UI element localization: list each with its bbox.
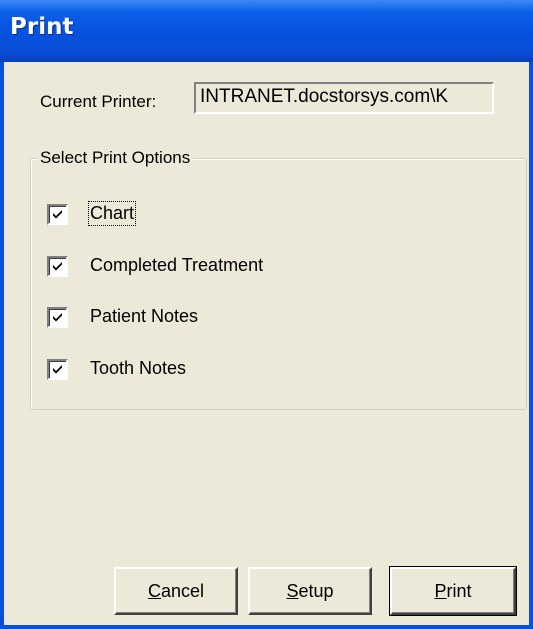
cancel-mnemonic: C [147,581,161,601]
tooth-notes-checkbox[interactable] [47,359,68,380]
window-title: Print [10,14,74,40]
cancel-label-rest: ancel [160,581,205,601]
completed-treatment-checkbox[interactable] [47,256,68,277]
tooth-notes-label[interactable]: Tooth Notes [90,358,186,379]
print-button[interactable]: Print [389,566,517,616]
setup-mnemonic: S [286,581,299,601]
checkmark-icon [53,365,62,374]
checkmark-icon [53,313,62,322]
completed-treatment-label[interactable]: Completed Treatment [90,255,263,276]
setup-button[interactable]: Setup [248,567,372,615]
current-printer-label: Current Printer: [40,92,157,111]
checkmark-icon [53,210,62,219]
checkmark-icon [53,262,62,271]
setup-label-rest: etup [298,581,334,601]
print-dialog: Print Current Printer: Select Print Opti… [0,0,533,629]
patient-notes-checkbox[interactable] [47,307,68,328]
print-options-group-title: Select Print Options [37,148,194,168]
print-label-rest: rint [446,581,472,601]
cancel-button[interactable]: Cancel [114,567,238,615]
print-mnemonic: P [434,581,447,601]
current-printer-input[interactable] [200,86,492,108]
chart-label[interactable]: Chart [87,201,137,226]
title-bar[interactable]: Print [0,0,533,62]
patient-notes-label[interactable]: Patient Notes [90,306,198,327]
dialog-body: Current Printer: Select Print Options Ch… [4,62,529,625]
chart-checkbox[interactable] [47,204,68,225]
current-printer-field[interactable] [194,82,494,114]
